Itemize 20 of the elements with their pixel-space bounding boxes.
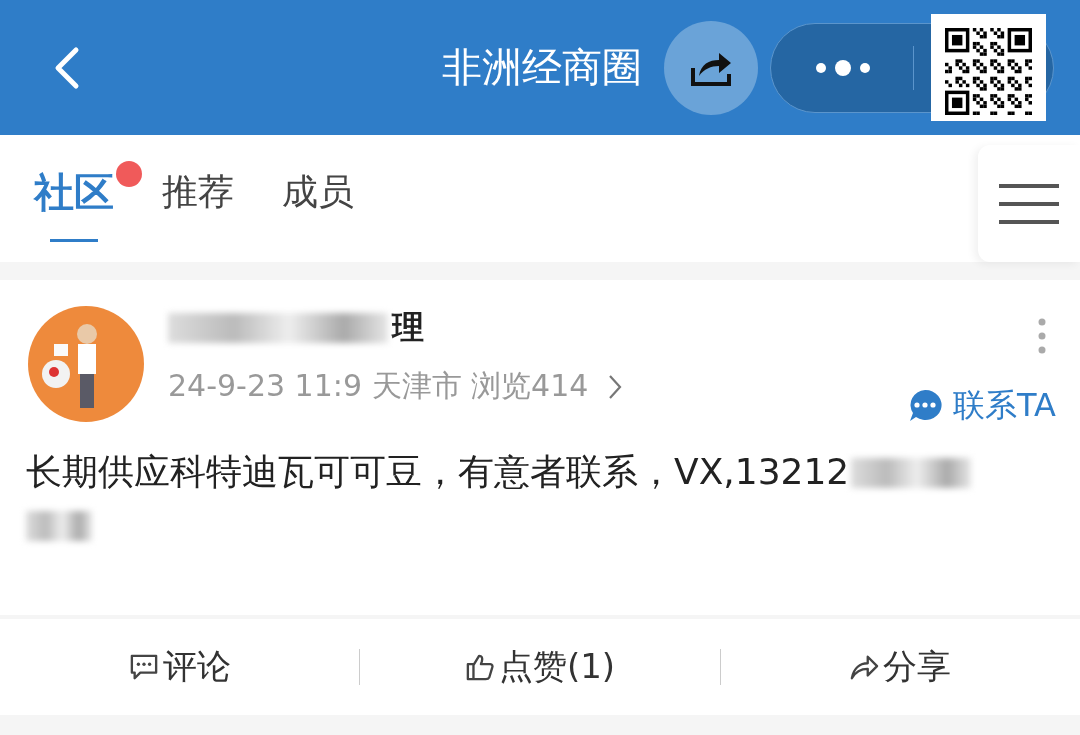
menu-icon — [999, 183, 1059, 224]
chat-bubble-icon — [907, 388, 944, 424]
tab[interactable]: 社区 — [34, 155, 114, 242]
comment-button[interactable]: 评论 — [0, 644, 360, 690]
author-name: 理 — [392, 307, 424, 348]
tab[interactable]: 成员 — [282, 155, 354, 242]
share-button[interactable]: 分享 — [720, 644, 1080, 690]
thumbs-up-icon — [464, 653, 495, 681]
share-icon — [849, 653, 880, 681]
blurred-redaction — [26, 511, 92, 541]
more-icon[interactable] — [813, 57, 873, 78]
tab[interactable]: 推荐 — [162, 155, 234, 242]
page-title: 非洲经商圈 — [441, 43, 643, 92]
post-meta: 24-9-23 11:9 天津市 浏览414 — [168, 367, 589, 405]
comment-icon — [128, 653, 159, 681]
post-text: 长期供应科特迪瓦可可豆，有意者联系，VX,13212 — [26, 450, 850, 494]
like-button[interactable]: 点赞(1) — [360, 644, 720, 690]
chevron-icon[interactable] — [608, 373, 623, 400]
contact-button[interactable]: 联系TA — [907, 384, 1056, 428]
menu-button[interactable] — [978, 145, 1080, 262]
